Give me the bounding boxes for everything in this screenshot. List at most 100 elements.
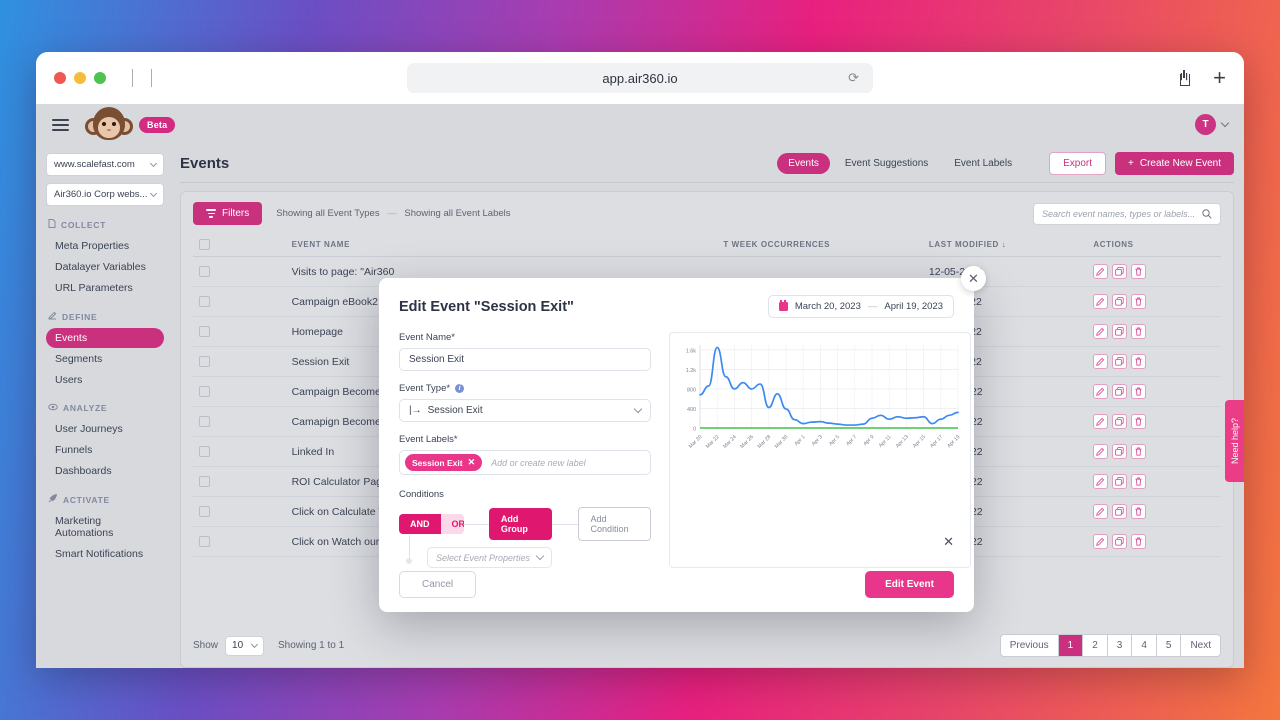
chevron-down-icon[interactable] [1220,118,1230,128]
page-button-1[interactable]: 1 [1058,635,1084,656]
tab-event-labels[interactable]: Event Labels [943,153,1023,174]
edit-event-submit-button[interactable]: Edit Event [865,571,954,598]
delete-icon[interactable] [1131,504,1147,519]
sidebar-item-users[interactable]: Users [46,370,164,390]
project-selector[interactable]: Air360.io Corp webs... [46,183,164,206]
row-checkbox[interactable] [193,466,286,497]
delete-icon[interactable] [1131,294,1147,309]
edit-icon[interactable] [1093,414,1109,429]
plus-icon[interactable]: + [1213,67,1226,89]
delete-icon[interactable] [1131,384,1147,399]
row-checkbox[interactable] [193,256,286,287]
sidebar-item-datalayer-variables[interactable]: Datalayer Variables [46,257,164,277]
delete-icon[interactable] [1131,534,1147,549]
row-checkbox[interactable] [193,346,286,377]
delete-icon[interactable] [1131,414,1147,429]
duplicate-icon[interactable] [1112,294,1128,309]
cancel-button[interactable]: Cancel [399,571,477,598]
close-icon[interactable]: ✕ [961,266,986,291]
avatar[interactable]: T [1195,114,1216,135]
sidebar-item-smart-notifications[interactable]: Smart Notifications [46,544,164,564]
select-all-checkbox[interactable] [193,233,286,257]
row-checkbox[interactable] [193,376,286,407]
page-button-5[interactable]: 5 [1157,635,1182,656]
row-checkbox[interactable] [193,406,286,437]
close-window-button[interactable] [54,72,66,84]
address-bar[interactable]: app.air360.io ⟳ [407,63,873,93]
page-button-previous[interactable]: Previous [1001,635,1059,656]
maximize-window-button[interactable] [94,72,106,84]
select-event-properties-select[interactable]: Select Event Properties [427,547,552,568]
checkbox-icon[interactable] [199,506,210,517]
export-button[interactable]: Export [1049,152,1106,175]
edit-icon[interactable] [1093,534,1109,549]
sidebar-item-segments[interactable]: Segments [46,349,164,369]
checkbox-icon[interactable] [199,239,210,250]
search-input[interactable]: Search event names, types or labels... [1033,202,1221,225]
or-button[interactable]: OR [440,514,464,534]
checkbox-icon[interactable] [199,476,210,487]
minimize-window-button[interactable] [74,72,86,84]
checkbox-icon[interactable] [199,356,210,367]
close-icon[interactable]: ✕ [468,457,476,468]
create-new-event-button[interactable]: + Create New Event [1115,152,1234,175]
checkbox-icon[interactable] [199,416,210,427]
sidebar-item-dashboards[interactable]: Dashboards [46,461,164,481]
duplicate-icon[interactable] [1112,264,1128,279]
date-range-picker[interactable]: March 20, 2023 — April 19, 2023 [767,295,954,318]
checkbox-icon[interactable] [199,386,210,397]
tab-events[interactable]: Events [777,153,830,174]
duplicate-icon[interactable] [1112,534,1128,549]
remove-condition-icon[interactable]: ✕ [943,534,954,550]
edit-icon[interactable] [1093,294,1109,309]
sidebar-item-marketing-automations[interactable]: Marketing Automations [46,511,164,543]
page-button-3[interactable]: 3 [1108,635,1133,656]
delete-icon[interactable] [1131,444,1147,459]
duplicate-icon[interactable] [1112,354,1128,369]
sidebar-item-events[interactable]: Events [46,328,164,348]
edit-icon[interactable] [1093,324,1109,339]
arrow-down-icon[interactable]: ↓ [1002,240,1007,249]
window-controls[interactable] [54,72,106,84]
delete-icon[interactable] [1131,354,1147,369]
tab-event-suggestions[interactable]: Event Suggestions [834,153,939,174]
back-button[interactable] [132,69,133,87]
duplicate-icon[interactable] [1112,384,1128,399]
filters-button[interactable]: Filters [193,202,263,225]
checkbox-icon[interactable] [199,446,210,457]
sidebar-item-meta-properties[interactable]: Meta Properties [46,236,164,256]
delete-icon[interactable] [1131,474,1147,489]
page-button-4[interactable]: 4 [1132,635,1157,656]
row-checkbox[interactable] [193,496,286,527]
add-group-button[interactable]: Add Group [488,508,553,540]
event-label-chip[interactable]: Session Exit ✕ [405,454,483,471]
row-checkbox[interactable] [193,436,286,467]
sidebar-item-url-parameters[interactable]: URL Parameters [46,278,164,298]
edit-icon[interactable] [1093,264,1109,279]
sidebar-item-funnels[interactable]: Funnels [46,440,164,460]
duplicate-icon[interactable] [1112,504,1128,519]
delete-icon[interactable] [1131,264,1147,279]
page-button-next[interactable]: Next [1181,635,1220,656]
add-condition-button[interactable]: Add Condition [577,507,652,541]
event-labels-input[interactable]: Session Exit ✕ Add or create new label [399,450,652,475]
share-icon[interactable] [1177,70,1191,86]
and-button[interactable]: AND [399,514,441,534]
need-help-tab[interactable]: Need help? [1225,400,1244,482]
edit-icon[interactable] [1093,354,1109,369]
row-checkbox[interactable] [193,526,286,557]
edit-icon[interactable] [1093,474,1109,489]
reload-icon[interactable]: ⟳ [848,70,859,86]
hamburger-icon[interactable] [52,118,69,131]
delete-icon[interactable] [1131,324,1147,339]
page-button-2[interactable]: 2 [1083,635,1108,656]
page-size-select[interactable]: 10 [225,635,265,656]
checkbox-icon[interactable] [199,266,210,277]
user-menu[interactable]: T [1195,114,1230,135]
and-or-toggle[interactable]: AND OR [399,514,464,534]
edit-icon[interactable] [1093,504,1109,519]
edit-icon[interactable] [1093,444,1109,459]
event-name-input[interactable]: Session Exit [399,348,652,371]
site-selector[interactable]: www.scalefast.com [46,153,164,176]
row-checkbox[interactable] [193,316,286,347]
